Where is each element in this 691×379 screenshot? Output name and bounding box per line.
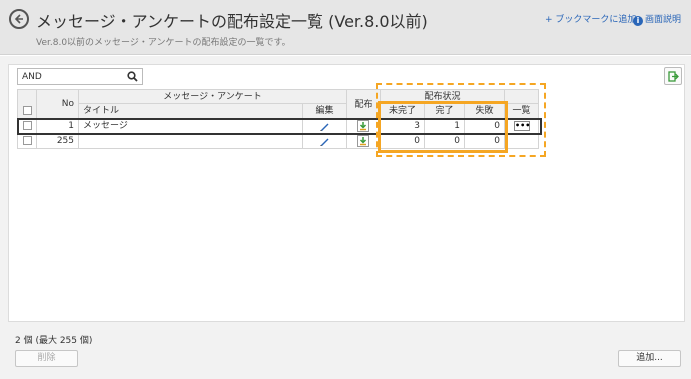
search-box — [17, 68, 143, 85]
status-highlight-solid — [378, 101, 508, 153]
delete-button[interactable]: 削除 — [15, 350, 78, 367]
search-icon[interactable] — [127, 71, 138, 82]
page-title: メッセージ・アンケートの配布設定一覧 (Ver.8.0以前) — [36, 12, 428, 31]
export-button[interactable] — [664, 67, 682, 85]
back-button[interactable] — [9, 9, 29, 29]
pencil-icon[interactable] — [319, 136, 330, 147]
page-header: メッセージ・アンケートの配布設定一覧 (Ver.8.0以前) Ver.8.0以前… — [0, 0, 691, 55]
row2-check-cell — [17, 134, 37, 149]
distribution-table: No メッセージ・アンケート タイトル 編集 配布 配布状況 未完了 完了 失敗… — [17, 83, 546, 159]
main-area: No メッセージ・アンケート タイトル 編集 配布 配布状況 未完了 完了 失敗… — [0, 56, 691, 379]
screen-help-label: 画面説明 — [645, 15, 682, 25]
item-count: 2 個 (最大 255 個) — [15, 336, 93, 346]
page-subtitle: Ver.8.0以前のメッセージ・アンケートの配布設定の一覧です。 — [36, 38, 291, 48]
row2-no: 255 — [37, 134, 79, 149]
arrow-left-icon — [14, 14, 23, 24]
add-button[interactable]: 追加... — [618, 350, 681, 367]
add-bookmark-link[interactable]: + ブックマークに追加 — [545, 12, 636, 25]
message-group-header: メッセージ・アンケート — [79, 89, 347, 104]
screen-help-link[interactable]: i 画面説明 — [633, 12, 681, 26]
info-icon: i — [633, 16, 643, 26]
row2-edit-cell — [303, 134, 347, 149]
row2-title[interactable] — [79, 134, 303, 149]
distribute-icon[interactable] — [357, 135, 369, 147]
select-all-checkbox[interactable] — [23, 106, 32, 115]
col-title-header: タイトル — [79, 104, 303, 119]
col-no-header: No — [37, 89, 79, 119]
row2-checkbox[interactable] — [23, 136, 32, 145]
col-edit-header: 編集 — [303, 104, 347, 119]
list-panel: No メッセージ・アンケート タイトル 編集 配布 配布状況 未完了 完了 失敗… — [8, 64, 685, 322]
select-all-header — [17, 89, 37, 119]
search-input[interactable] — [18, 69, 126, 84]
export-icon — [668, 71, 679, 82]
